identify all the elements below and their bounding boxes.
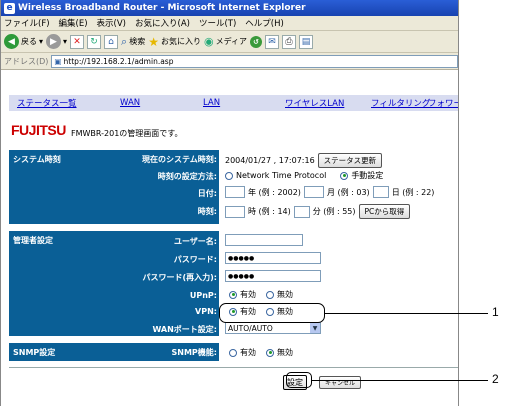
snmp-enable-radio[interactable]	[229, 348, 237, 357]
vpn-label: VPN:	[195, 307, 217, 316]
menu-file[interactable]: ファイル(F)	[4, 17, 50, 29]
status-update-button[interactable]: ステータス更新	[317, 153, 383, 168]
nav-wireless-lan[interactable]: ワイヤレスLAN	[285, 97, 344, 109]
month-input[interactable]	[303, 186, 324, 198]
password-confirm-row: ●●●●●	[225, 270, 321, 282]
manual-radio[interactable]	[340, 171, 349, 180]
address-bar: アドレス(D) ▣ http://192.168.2.1/admin.asp	[1, 53, 458, 70]
window-title: Wireless Broadband Router - Microsoft In…	[18, 3, 306, 13]
home-icon[interactable]: ⌂	[104, 34, 119, 49]
username-input[interactable]	[225, 234, 303, 246]
address-label: アドレス(D)	[4, 56, 49, 66]
current-time-row: 2004/01/27 , 17:07:16 ステータス更新	[225, 153, 383, 168]
back-arrow-icon: ◀	[4, 34, 19, 49]
nav-bar: ステータス一覧 WAN LAN ワイヤレスLAN フィルタリング フォワー	[9, 95, 458, 111]
title-bar: e Wireless Broadband Router - Microsoft …	[1, 0, 458, 16]
upnp-row: 有効 無効	[229, 289, 293, 300]
user-row	[225, 234, 303, 246]
nav-wan[interactable]: WAN	[120, 98, 140, 108]
current-time-value: 2004/01/27 , 17:07:16	[225, 156, 315, 165]
forward-button[interactable]: ▶ ▾	[46, 34, 67, 49]
address-input[interactable]: ▣ http://192.168.2.1/admin.asp	[51, 54, 458, 68]
date-label: 日付:	[197, 189, 217, 198]
stop-icon[interactable]: ✕	[70, 34, 85, 49]
password-input[interactable]: ●●●●●	[225, 252, 321, 264]
nav-forward[interactable]: フォワー	[428, 97, 458, 109]
nav-lan[interactable]: LAN	[203, 98, 220, 108]
menu-tools[interactable]: ツール(T)	[199, 17, 236, 29]
day-input[interactable]	[372, 186, 389, 198]
callout-line-1	[325, 313, 488, 314]
time-method-label: 時刻の設定方法:	[157, 172, 217, 181]
current-time-label: 現在のシステム時刻:	[142, 155, 217, 164]
callout-apply-box	[286, 372, 312, 388]
time-label: 時刻:	[197, 207, 217, 216]
pc-time-button[interactable]: PCから取得	[358, 204, 411, 219]
menu-favorites[interactable]: お気に入り(A)	[135, 17, 190, 29]
fujitsu-logo: FUJITSU	[11, 122, 66, 138]
callout-vpn-box	[219, 303, 325, 323]
edit-icon[interactable]: ▤	[299, 34, 314, 49]
favorites-button[interactable]: ★ お気に入り	[148, 35, 201, 49]
media-button[interactable]: ◉ メディア	[204, 35, 247, 48]
user-label: ユーザー名:	[173, 237, 217, 246]
hour-input[interactable]	[225, 205, 245, 218]
upnp-enable-radio[interactable]	[229, 290, 237, 299]
password-confirm-input[interactable]: ●●●●●	[225, 270, 321, 282]
media-icon: ◉	[203, 35, 214, 48]
wanport-select[interactable]: AUTO/AUTO ▼	[225, 322, 321, 334]
callout-line-2	[312, 380, 488, 381]
history-icon[interactable]: ↺	[250, 35, 263, 48]
cancel-button[interactable]: キャンセル	[319, 376, 362, 389]
date-row: 年 (例 : 2002) 月 (例 : 03) 日 (例 : 22)	[225, 186, 434, 198]
refresh-icon[interactable]: ↻	[87, 34, 102, 49]
password-row: ●●●●●	[225, 252, 321, 264]
welcome-text: FMWBR-201の管理画面です。	[71, 129, 183, 138]
snmp-section: SNMP設定 SNMP機能: 有効 無効	[9, 343, 458, 361]
wanport-label: WANポート設定:	[152, 325, 217, 334]
time-method-row: Network Time Protocol 手動設定	[225, 170, 383, 181]
wanport-row: AUTO/AUTO ▼	[225, 322, 321, 334]
snmp-row: 有効 無効	[229, 347, 293, 358]
snmp-disable-radio[interactable]	[266, 348, 274, 357]
callout-number-2: 2	[492, 372, 499, 386]
star-icon: ★	[148, 34, 159, 49]
ie-icon: e	[4, 2, 15, 14]
password-label: パスワード:	[173, 255, 217, 264]
nav-filtering[interactable]: フィルタリング	[371, 97, 430, 109]
callout-number-1: 1	[492, 305, 499, 319]
nav-status[interactable]: ステータス一覧	[17, 97, 77, 109]
search-icon: ⌕	[121, 34, 128, 48]
back-button[interactable]: ◀ 戻る ▾	[4, 34, 43, 49]
admin-header: 管理者設定	[9, 231, 109, 336]
search-button[interactable]: ⌕ 検索	[121, 35, 145, 49]
page-icon: ▣	[54, 56, 62, 66]
toolbar: ◀ 戻る ▾ ▶ ▾ ✕ ↻ ⌂ ⌕ 検索 ★ お気に入り ◉ メディア ↺ ✉ ⎙…	[1, 31, 458, 53]
forward-arrow-icon: ▶	[46, 34, 62, 49]
ntp-radio[interactable]	[225, 171, 233, 180]
password-confirm-label: パスワード(再入力):	[142, 273, 217, 282]
snmp-func-label: SNMP機能:	[171, 348, 217, 357]
chevron-down-icon: ▼	[310, 323, 320, 333]
menu-view[interactable]: 表示(V)	[97, 17, 126, 29]
mail-icon[interactable]: ✉	[265, 34, 280, 49]
minute-input[interactable]	[293, 205, 310, 218]
upnp-label: UPnP:	[189, 291, 217, 300]
menu-help[interactable]: ヘルプ(H)	[245, 17, 284, 29]
system-time-header: システム時刻	[9, 150, 109, 224]
system-time-section: システム時刻 現在のシステム時刻: 2004/01/27 , 17:07:16 …	[9, 150, 458, 224]
divider	[9, 367, 458, 368]
snmp-header: SNMP設定	[9, 343, 109, 361]
print-icon[interactable]: ⎙	[282, 34, 297, 49]
year-input[interactable]	[225, 186, 245, 198]
menu-bar: ファイル(F) 編集(E) 表示(V) お気に入り(A) ツール(T) ヘルプ(…	[1, 16, 458, 31]
upnp-disable-radio[interactable]	[266, 290, 274, 299]
time-row: 時 (例 : 14) 分 (例 : 55) PCから取得	[225, 204, 411, 219]
menu-edit[interactable]: 編集(E)	[59, 17, 88, 29]
browser-window: e Wireless Broadband Router - Microsoft …	[0, 0, 459, 406]
